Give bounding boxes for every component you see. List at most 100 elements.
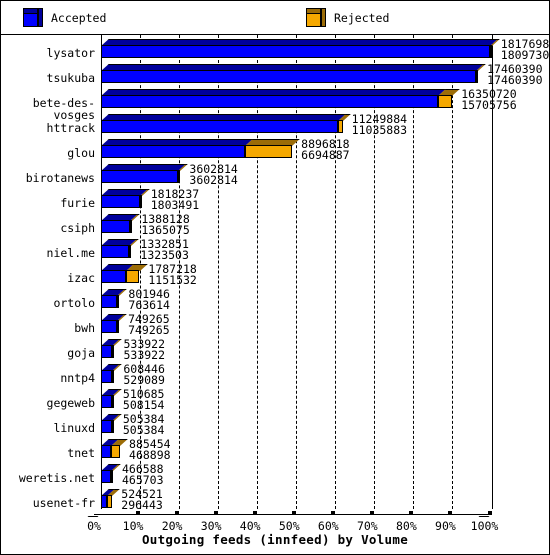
- bar-row: weretis.net 466588 465703: [1, 463, 549, 489]
- legend-item-accepted: Accepted: [23, 8, 106, 27]
- x-tick-mark: [370, 511, 375, 515]
- value-accepted: 1365075: [141, 223, 190, 237]
- value-labels: 1818237 1803491: [150, 188, 200, 212]
- value-labels: 1388128 1365075: [141, 213, 190, 237]
- bar-row: linuxd 505384 505384: [1, 413, 549, 439]
- value-labels: 608446 529089: [123, 363, 165, 386]
- value-labels: 749265 749265: [128, 313, 170, 337]
- x-tick-mark: [331, 511, 336, 515]
- category-label: izac: [67, 271, 95, 285]
- value-accepted: 1803491: [150, 198, 200, 212]
- bar-row: bete-des-vosges 16350720 15705756: [1, 88, 549, 121]
- bar-row: izac 1787218 1151532: [1, 263, 549, 289]
- category-label: lysator: [46, 46, 95, 60]
- value-labels: 3602814 3602814: [189, 163, 238, 187]
- value-accepted: 468898: [129, 448, 171, 462]
- category-label: tsukuba: [46, 71, 95, 85]
- category-label: linuxd: [53, 421, 95, 435]
- bar-row: birotanews 3602814 3602814: [1, 163, 549, 189]
- x-tick-label: 30%: [200, 519, 222, 533]
- value-labels: 1332851 1323503: [140, 238, 189, 262]
- value-accepted: 17460390: [487, 73, 543, 87]
- value-accepted: 763614: [128, 298, 170, 312]
- category-label: usenet-fr: [32, 496, 95, 510]
- x-tick-mark: [214, 511, 219, 515]
- value-accepted: 749265: [128, 323, 170, 337]
- value-accepted: 3602814: [189, 173, 238, 187]
- category-label: nntp4: [60, 371, 95, 385]
- x-tick-label: 20%: [161, 519, 183, 533]
- plot-area: lysator1817698418097304tsukuba1746039017…: [1, 35, 549, 554]
- bar-row: tsukuba 17460390 17460390: [1, 63, 549, 89]
- bar-row: usenet-fr 524521 296443: [1, 488, 549, 514]
- category-label: niel.me: [46, 246, 95, 260]
- value-labels: 17460390 17460390: [487, 63, 543, 87]
- value-accepted: 508154: [122, 398, 165, 412]
- bar-row: httrack 11249884 11035883: [1, 113, 549, 139]
- legend-item-rejected: Rejected: [306, 8, 389, 27]
- bar-row: ortolo 801946 763614: [1, 288, 549, 314]
- x-tick-label: 10%: [122, 519, 144, 533]
- bar-row: csiph 1388128 1365075: [1, 213, 549, 239]
- x-axis-title: Outgoing feeds (innfeed) by Volume: [141, 532, 409, 547]
- value-accepted: 533922: [123, 348, 166, 362]
- x-tick-mark: [175, 511, 180, 515]
- x-tick-label: 40%: [239, 519, 261, 533]
- x-tick-mark: [292, 511, 297, 515]
- x-tick-mark: [136, 511, 141, 515]
- legend-label-accepted: Accepted: [51, 10, 107, 25]
- value-labels: 524521 296443: [121, 488, 163, 512]
- x-tick-label: 70%: [356, 519, 378, 533]
- value-labels: 466588 465703: [121, 463, 164, 487]
- legend-label-rejected: Rejected: [334, 10, 390, 25]
- accepted-swatch-icon: [23, 8, 43, 27]
- category-label: bwh: [74, 321, 95, 335]
- x-tick-label: 90%: [435, 519, 456, 533]
- value-labels: 11249884 11035883: [351, 113, 408, 137]
- category-label: gegeweb: [46, 396, 95, 410]
- category-label: weretis.net: [18, 471, 95, 485]
- x-tick-label: 50%: [278, 519, 300, 533]
- x-tick-mark: [409, 511, 414, 515]
- rejected-swatch-icon: [306, 8, 326, 27]
- value-accepted: 6694887: [301, 148, 350, 162]
- value-labels: 885454 468898: [129, 438, 171, 462]
- value-labels: 16350720 15705756: [461, 88, 517, 112]
- x-tick-mark: [487, 511, 492, 515]
- category-label: httrack: [46, 121, 95, 135]
- bar-row: tnet 885454 468898: [1, 438, 549, 464]
- bar-row: niel.me 1332851 1323503: [1, 238, 549, 264]
- bar-row: bwh 749265 749265: [1, 313, 549, 339]
- value-accepted: 1323503: [140, 248, 189, 262]
- x-tick-mark: [253, 511, 258, 515]
- value-labels: 1787218 1151532: [148, 263, 197, 287]
- value-accepted: 18097304: [500, 48, 550, 62]
- x-tick-label: 100%: [470, 519, 499, 533]
- value-labels: 8896818 6694887: [301, 138, 350, 162]
- category-label: glou: [67, 146, 95, 160]
- bar-row: nntp4 608446 529089: [1, 363, 549, 389]
- bar-row: goja 533922 533922: [1, 338, 549, 364]
- value-accepted: 1151532: [148, 273, 197, 287]
- bar-row: glou 8896818 6694887: [1, 138, 549, 164]
- category-label: csiph: [60, 221, 95, 235]
- x-tick-label: 60%: [317, 519, 339, 533]
- category-label: birotanews: [25, 171, 95, 185]
- value-accepted: 296443: [121, 498, 163, 512]
- x-tick-label: 80%: [396, 519, 417, 533]
- bar-row: gegeweb 510685 508154: [1, 388, 549, 414]
- value-accepted: 11035883: [351, 123, 408, 137]
- chart-legend: Accepted Rejected: [1, 1, 549, 35]
- category-label: furie: [60, 196, 95, 210]
- category-label: ortolo: [53, 296, 95, 310]
- value-labels: 801946 763614: [128, 288, 170, 312]
- value-labels: 1817698418097304: [500, 38, 550, 62]
- value-accepted: 15705756: [461, 98, 517, 112]
- value-accepted: 465703: [121, 473, 164, 487]
- category-label: tnet: [67, 446, 95, 460]
- value-labels: 505384 505384: [123, 413, 165, 436]
- value-labels: 533922 533922: [123, 338, 166, 362]
- bar-row: lysator 1817698418097304: [1, 38, 550, 64]
- value-labels: 510685 508154: [122, 388, 165, 412]
- bar-row: furie 1818237 1803491: [1, 188, 549, 214]
